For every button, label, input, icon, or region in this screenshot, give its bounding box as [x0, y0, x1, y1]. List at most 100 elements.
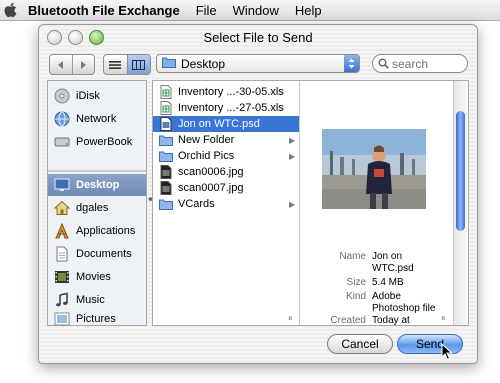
sidebar-item-label: PowerBook — [76, 136, 133, 148]
folder-row[interactable]: New Folder ▶ — [153, 132, 299, 148]
file-name: Inventory ...-30-05.xls — [178, 86, 284, 98]
file-browser: Inventory ...-30-05.xls Inventory ...-27… — [152, 80, 469, 326]
menu-help[interactable]: Help — [295, 3, 322, 18]
list-view-icon — [109, 60, 122, 69]
search-icon — [378, 58, 389, 69]
info-size-label: Size — [346, 277, 366, 288]
list-view-button[interactable] — [104, 55, 127, 74]
info-size-value: 5.4 MB — [372, 277, 404, 288]
back-button[interactable] — [50, 55, 72, 74]
file-row[interactable]: scan0007.jpg — [153, 180, 299, 196]
vertical-scrollbar[interactable] — [453, 81, 468, 325]
disclosure-arrow-icon: ▶ — [289, 199, 296, 209]
menu-bar: Bluetooth File Exchange File Window Help — [0, 0, 500, 21]
cancel-button[interactable]: Cancel — [327, 334, 393, 354]
sidebar-item-powerbook[interactable]: PowerBook — [48, 131, 146, 153]
column-resize-handle[interactable]: ⏸ — [441, 313, 449, 323]
info-kind-value: Adobe — [372, 291, 401, 302]
forward-button[interactable] — [71, 55, 95, 74]
file-name: scan0006.jpg — [178, 166, 244, 178]
search-input[interactable] — [392, 56, 454, 71]
file-row[interactable]: scan0006.jpg — [153, 164, 299, 180]
sidebar-item-label: Movies — [76, 271, 111, 283]
file-column: Inventory ...-30-05.xls Inventory ...-27… — [153, 81, 300, 325]
jpg-file-icon — [159, 181, 173, 195]
info-kind-label: Kind — [345, 291, 366, 302]
folder-row[interactable]: Orchid Pics ▶ — [153, 148, 299, 164]
folder-icon — [159, 133, 173, 147]
file-row[interactable]: Inventory ...-27-05.xls — [153, 100, 299, 116]
info-name-value-cont: WTC.psd — [372, 263, 414, 274]
network-globe-icon — [53, 110, 71, 128]
sidebar-item-label: dgales — [76, 202, 109, 214]
applications-icon — [53, 222, 71, 240]
file-name: Jon on WTC.psd — [178, 118, 260, 130]
info-created-label: Created — [330, 315, 366, 326]
sidebar-item-pictures[interactable]: Pictures — [48, 312, 146, 326]
sidebar-item-label: Network — [76, 113, 117, 125]
file-name: scan0007.jpg — [178, 182, 244, 194]
spreadsheet-file-icon — [159, 101, 173, 115]
sidebar-item-label: iDisk — [76, 90, 100, 102]
home-icon — [53, 199, 71, 217]
mouse-pointer-icon — [441, 342, 453, 364]
scrollbar-thumb[interactable] — [456, 111, 465, 231]
search-field[interactable] — [372, 54, 468, 73]
popup-arrows-icon — [344, 55, 359, 72]
sidebar-item-music[interactable]: Music — [48, 289, 146, 311]
pictures-icon — [53, 310, 71, 328]
file-name: Inventory ...-27-05.xls — [178, 102, 284, 114]
apple-menu-icon[interactable] — [2, 1, 20, 19]
location-popup[interactable]: Desktop — [156, 54, 360, 73]
location-label: Desktop — [181, 56, 226, 71]
folder-icon — [159, 197, 173, 211]
sidebar-item-applications[interactable]: Applications — [48, 220, 146, 242]
sidebar-item-movies[interactable]: Movies — [48, 266, 146, 288]
desktop-icon — [53, 176, 71, 194]
info-name-label: Name — [339, 251, 366, 262]
preview-pane: Name Jon on WTC.psd Size 5.4 MB Kind Ado… — [300, 81, 452, 326]
menu-file[interactable]: File — [196, 3, 217, 18]
sidebar-item-network[interactable]: Network — [48, 108, 146, 130]
sidebar-divider — [48, 170, 146, 172]
toolbar: Desktop — [47, 54, 469, 76]
folder-name: Orchid Pics — [178, 150, 235, 162]
sidebar-item-label: Music — [76, 294, 105, 306]
spreadsheet-file-icon — [159, 85, 173, 99]
file-row-selected[interactable]: Jon on WTC.psd — [153, 116, 299, 132]
sidebar-item-label: Desktop — [76, 179, 120, 191]
jpg-file-icon — [159, 165, 173, 179]
menu-app-name[interactable]: Bluetooth File Exchange — [28, 3, 180, 18]
desktop-folder-icon — [162, 56, 176, 71]
disclosure-arrow-icon: ▶ — [289, 135, 296, 145]
view-mode-buttons — [103, 54, 151, 75]
file-row[interactable]: Inventory ...-30-05.xls — [153, 84, 299, 100]
window-title: Select File to Send — [203, 30, 313, 45]
idisk-icon — [53, 87, 71, 105]
movies-icon — [53, 268, 71, 286]
sidebar-item-desktop[interactable]: Desktop — [48, 174, 146, 196]
menu-window[interactable]: Window — [233, 3, 279, 18]
hard-drive-icon — [53, 133, 71, 151]
music-icon — [53, 291, 71, 309]
preview-thumbnail — [322, 129, 426, 209]
folder-icon — [159, 149, 173, 163]
column-view-button[interactable] — [126, 55, 150, 74]
sidebar-item-idisk[interactable]: iDisk — [48, 85, 146, 107]
sidebar-item-documents[interactable]: Documents — [48, 243, 146, 265]
info-name-value: Jon on — [372, 251, 403, 262]
sidebar-item-label: Pictures — [76, 313, 116, 325]
psd-file-icon — [159, 117, 173, 131]
sidebar-item-label: Documents — [76, 248, 132, 260]
column-view-icon — [132, 59, 146, 70]
disclosure-arrow-icon: ▶ — [289, 151, 296, 161]
folder-name: VCards — [178, 198, 215, 210]
forward-arrow-icon — [81, 60, 87, 69]
send-button[interactable]: Send — [397, 334, 463, 354]
documents-icon — [53, 245, 71, 263]
sidebar-item-dgales[interactable]: dgales — [48, 197, 146, 219]
back-arrow-icon — [57, 60, 63, 69]
title-bar: Select File to Send — [39, 25, 477, 49]
column-resize-handle[interactable]: ⏸ — [288, 313, 296, 323]
folder-row[interactable]: VCards ▶ — [153, 196, 299, 212]
